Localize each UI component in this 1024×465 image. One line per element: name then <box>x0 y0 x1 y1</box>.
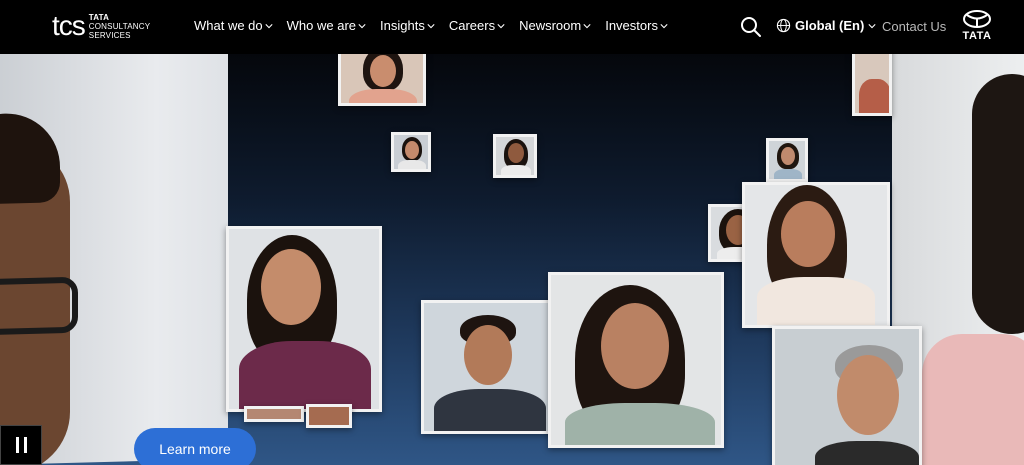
chevron-down-icon <box>497 23 505 28</box>
hero-left-photo-panel <box>0 54 228 465</box>
nav-label: Newsroom <box>519 18 582 33</box>
participant-tile <box>306 404 352 428</box>
logo-wordmark: TATA CONSULTANCY SERVICES <box>89 13 150 40</box>
participant-tile <box>226 226 382 412</box>
nav-item-investors[interactable]: Investors <box>605 18 668 33</box>
tcs-logo[interactable]: tcs TATA CONSULTANCY SERVICES <box>52 12 150 40</box>
participant-tile <box>421 300 559 434</box>
participant-tile <box>391 132 431 172</box>
search-icon[interactable] <box>740 16 762 38</box>
nav-item-who-we-are[interactable]: Who we are <box>287 18 366 33</box>
hero-banner <box>0 54 1024 465</box>
region-label: Global (En) <box>795 18 865 33</box>
nav-label: What we do <box>194 18 263 33</box>
logo-line-3: SERVICES <box>88 30 131 40</box>
participant-tile <box>766 138 808 182</box>
nav-item-careers[interactable]: Careers <box>449 18 505 33</box>
main-nav: What we do Who we are Insights Careers N… <box>194 18 668 33</box>
logo-line-2: CONSULTANCY <box>88 21 151 31</box>
tata-brand-logo[interactable]: TATA <box>958 10 996 42</box>
chevron-down-icon <box>868 23 876 28</box>
chevron-down-icon <box>427 23 435 28</box>
participant-tile <box>548 272 724 448</box>
nav-item-insights[interactable]: Insights <box>380 18 435 33</box>
nav-label: Investors <box>605 18 658 33</box>
nav-item-newsroom[interactable]: Newsroom <box>519 18 591 33</box>
nav-label: Careers <box>448 18 496 33</box>
chevron-down-icon <box>583 23 591 28</box>
region-selector[interactable]: Global (En) <box>776 18 876 33</box>
nav-label: Who we are <box>286 18 357 33</box>
tata-wordmark: TATA <box>962 30 992 42</box>
learn-more-button[interactable]: Learn more <box>134 428 256 465</box>
tata-logo-mark-icon <box>963 10 991 28</box>
nav-item-what-we-do[interactable]: What we do <box>194 18 273 33</box>
pause-carousel-button[interactable] <box>0 425 42 465</box>
contact-us-link[interactable]: Contact Us <box>882 19 946 34</box>
chevron-down-icon <box>265 23 273 28</box>
participant-tile <box>493 134 537 178</box>
chevron-down-icon <box>358 23 366 28</box>
participant-tile <box>772 326 922 465</box>
participant-tile <box>338 54 426 106</box>
chevron-down-icon <box>660 23 668 28</box>
globe-icon <box>776 18 791 33</box>
participant-tile <box>742 182 890 328</box>
participant-tile <box>852 54 892 116</box>
top-navigation-bar: tcs TATA CONSULTANCY SERVICES What we do… <box>0 0 1024 54</box>
pause-icon <box>15 437 19 453</box>
logo-line-1: TATA <box>88 12 110 22</box>
participant-tile <box>244 406 304 422</box>
pause-icon-bar <box>23 437 27 453</box>
nav-label: Insights <box>380 18 425 33</box>
logo-mark: tcs <box>52 10 86 41</box>
